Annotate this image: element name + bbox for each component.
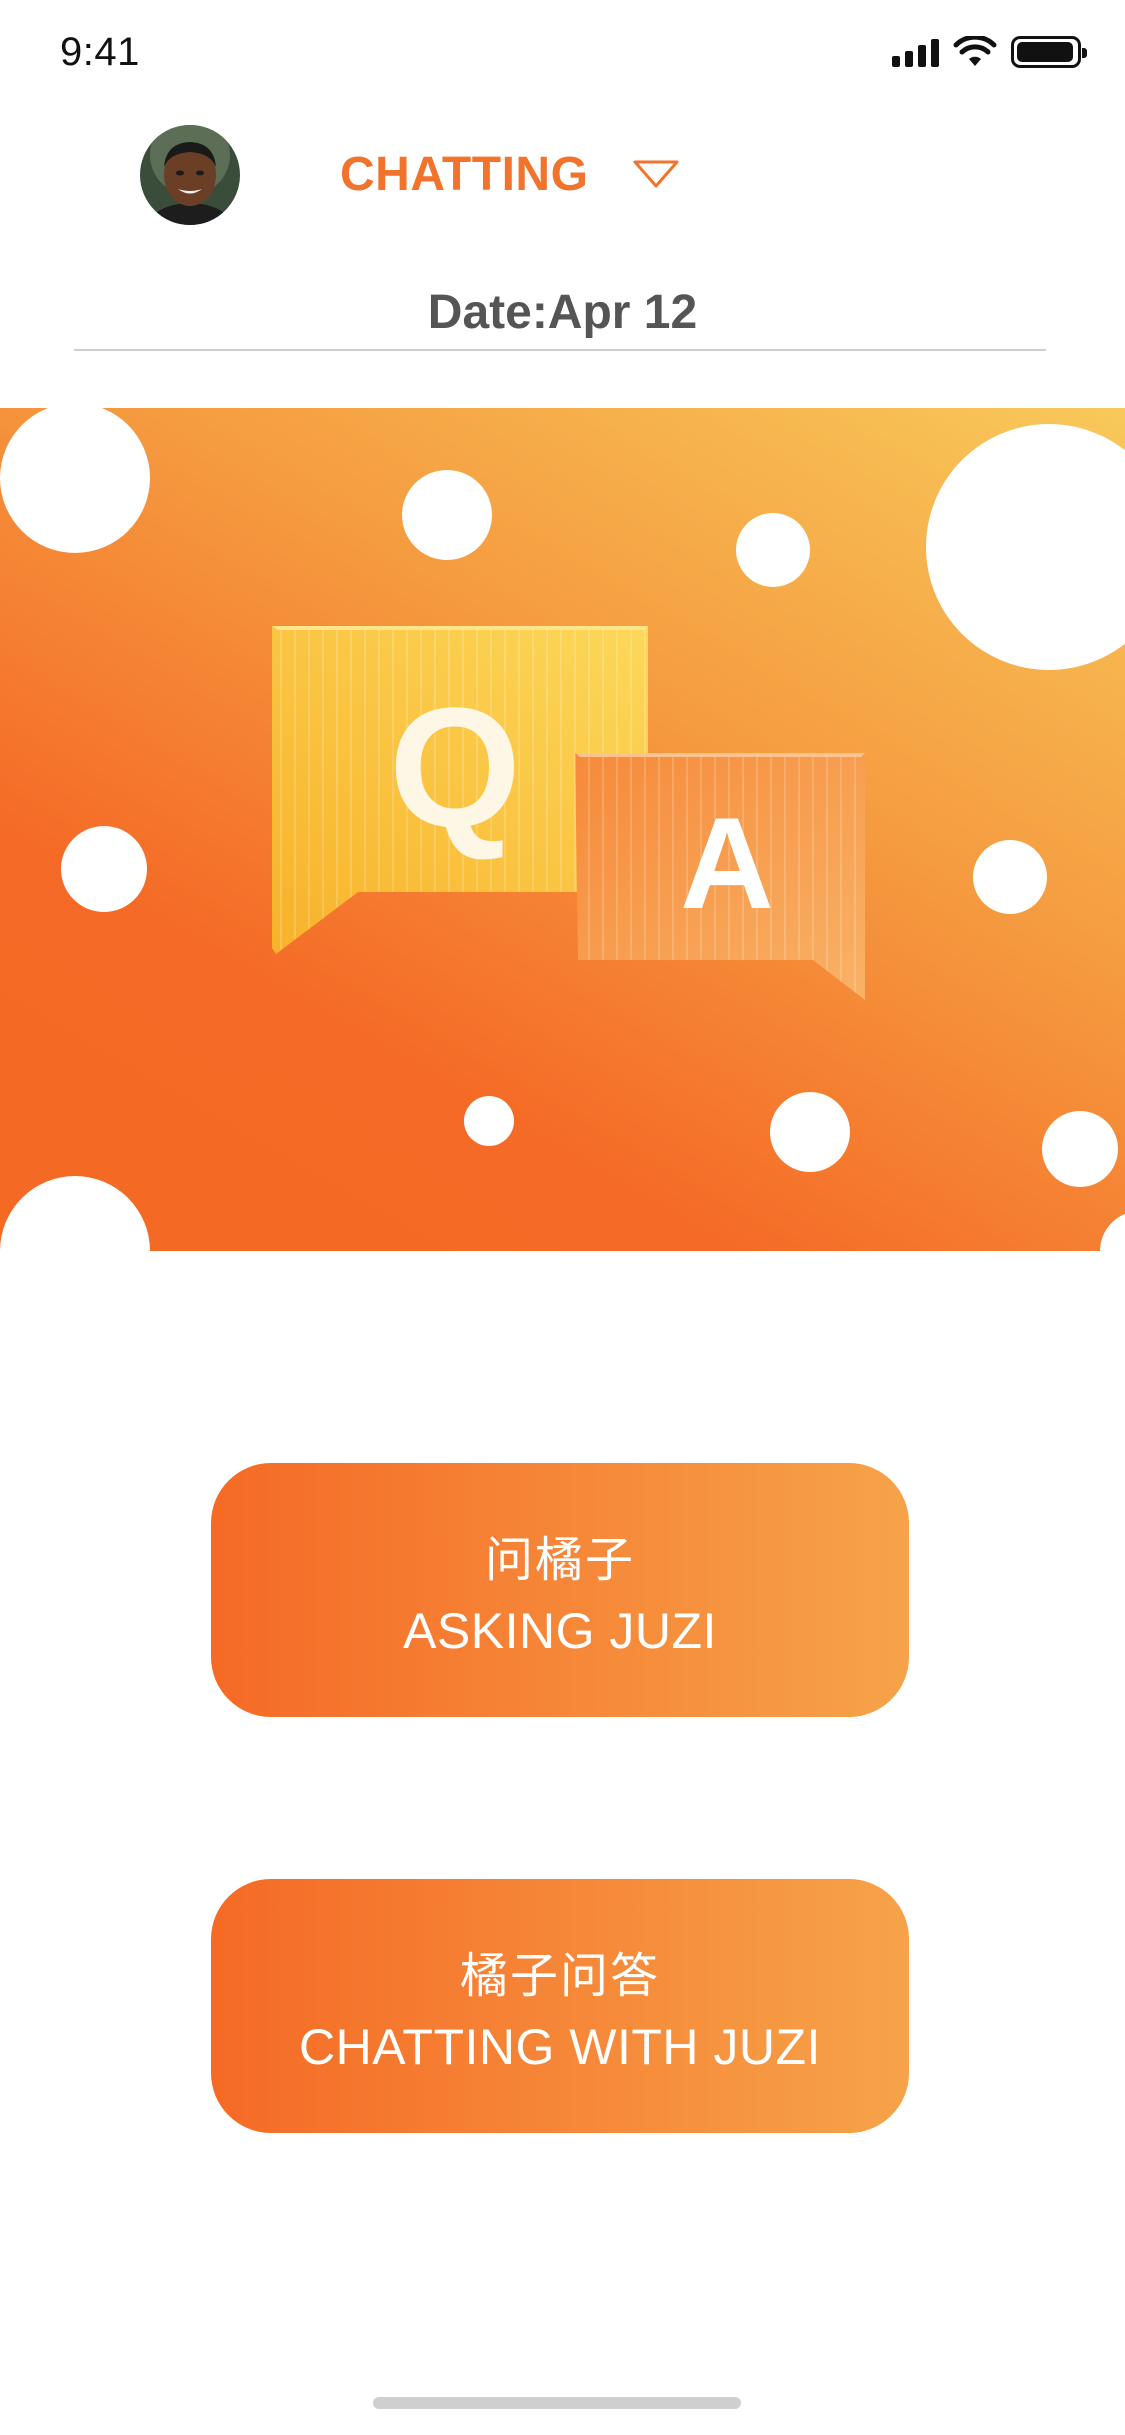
header-title-dropdown[interactable]: CHATTING bbox=[340, 146, 740, 202]
header-title: CHATTING bbox=[340, 147, 589, 201]
button-label-cn: 橘子问答 bbox=[459, 1948, 660, 2004]
date-label: Date:Apr 12 bbox=[427, 286, 698, 339]
chatting-with-juzi-button[interactable]: 橘子问答 CHATTING WITH JUZI bbox=[211, 1879, 909, 2133]
button-label-en: CHATTING WITH JUZI bbox=[299, 2019, 821, 2075]
status-time: 9:41 bbox=[60, 30, 140, 74]
button-label-en: ASKING JUZI bbox=[403, 1603, 717, 1659]
a-bubble: A bbox=[575, 753, 865, 1000]
status-icons bbox=[892, 36, 1087, 68]
wifi-icon bbox=[953, 36, 997, 66]
qa-banner: Q A bbox=[0, 408, 1125, 1251]
chevron-down-icon bbox=[633, 160, 679, 188]
qa-illustration: Q A bbox=[0, 408, 1125, 1251]
q-letter: Q bbox=[389, 673, 521, 863]
screen: 9:41 CHATTING Date:Apr 12 Q A 问橘子 ASKING… bbox=[0, 0, 1125, 2435]
divider bbox=[74, 349, 1046, 351]
asking-juzi-button[interactable]: 问橘子 ASKING JUZI bbox=[211, 1463, 909, 1717]
status-bar: 9:41 bbox=[0, 0, 1125, 110]
avatar-image bbox=[140, 125, 240, 225]
button-label-cn: 问橘子 bbox=[484, 1532, 635, 1588]
home-indicator[interactable] bbox=[373, 2397, 741, 2409]
avatar[interactable] bbox=[140, 125, 240, 225]
battery-icon bbox=[1011, 36, 1087, 68]
signal-icon bbox=[892, 37, 939, 67]
a-letter: A bbox=[680, 790, 774, 936]
